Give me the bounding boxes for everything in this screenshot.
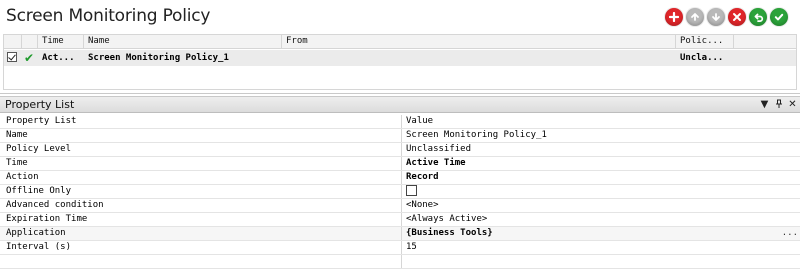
column-header-from[interactable]: From <box>282 35 676 49</box>
property-row-empty <box>0 255 800 269</box>
property-value[interactable]: Screen Monitoring Policy_1 <box>402 129 800 142</box>
property-row-action[interactable]: Action Record <box>0 171 800 185</box>
property-label: Policy Level <box>0 143 402 156</box>
property-list-panel: Property List ▼ ✕ Property List Value Na… <box>0 96 800 270</box>
dropdown-arrow-icon[interactable]: ▼ <box>760 98 769 111</box>
browse-button[interactable]: ... <box>782 227 798 240</box>
toolbar <box>665 8 788 26</box>
property-header-row: Property List Value <box>0 115 800 129</box>
property-row-policy-level[interactable]: Policy Level Unclassified <box>0 143 800 157</box>
window-title: Screen Monitoring Policy <box>6 6 211 26</box>
header-mark-col <box>22 35 38 49</box>
property-row-application[interactable]: Application {Business Tools} ... <box>0 227 800 241</box>
policy-panel: Screen Monitoring Policy Time Name From … <box>0 0 800 94</box>
property-label: Interval (s) <box>0 241 402 254</box>
property-header-name: Property List <box>0 115 402 128</box>
property-value[interactable]: <Always Active> <box>402 213 800 226</box>
pin-icon[interactable] <box>774 98 783 111</box>
delete-button[interactable] <box>728 8 746 26</box>
policy-grid: Time Name From Polic... ✔ Act... Screen … <box>3 34 797 90</box>
offline-only-checkbox[interactable] <box>406 185 417 196</box>
property-list-titlebar: Property List ▼ ✕ <box>0 96 800 113</box>
property-value[interactable]: Record <box>402 171 800 184</box>
property-row-advanced-condition[interactable]: Advanced condition <None> <box>0 199 800 213</box>
property-label: Action <box>0 171 402 184</box>
property-label: Application <box>0 227 402 240</box>
row-time: Act... <box>38 50 84 66</box>
property-row-time[interactable]: Time Active Time <box>0 157 800 171</box>
undo-button[interactable] <box>749 8 767 26</box>
property-value[interactable]: Unclassified <box>402 143 800 156</box>
column-header-name[interactable]: Name <box>84 35 282 49</box>
property-table: Property List Value Name Screen Monitori… <box>0 115 800 269</box>
move-up-button[interactable] <box>686 8 704 26</box>
header-filler <box>734 35 796 49</box>
row-policy-level: Uncla... <box>676 50 734 66</box>
row-checkbox-cell <box>4 50 22 66</box>
undo-icon <box>754 13 763 22</box>
apply-button[interactable] <box>770 8 788 26</box>
property-label: Offline Only <box>0 185 402 198</box>
property-value[interactable]: <None> <box>402 199 800 212</box>
row-filler <box>734 50 796 66</box>
column-header-time[interactable]: Time <box>38 35 84 49</box>
property-row-offline-only[interactable]: Offline Only <box>0 185 800 199</box>
property-value <box>402 185 800 198</box>
green-check-icon: ✔ <box>24 51 35 65</box>
plus-icon <box>669 12 679 22</box>
property-list-title: Property List <box>5 98 75 111</box>
property-row-interval[interactable]: Interval (s) 15 <box>0 241 800 255</box>
property-header-value: Value <box>406 116 434 126</box>
property-label: Advanced condition <box>0 199 402 212</box>
property-value-empty <box>402 255 800 268</box>
header-check-col <box>4 35 22 49</box>
x-icon <box>733 13 741 21</box>
close-icon[interactable]: ✕ <box>788 98 797 111</box>
property-row-name[interactable]: Name Screen Monitoring Policy_1 <box>0 129 800 143</box>
table-row[interactable]: ✔ Act... Screen Monitoring Policy_1 Uncl… <box>4 50 796 66</box>
row-status-cell: ✔ <box>22 50 38 66</box>
row-from <box>282 50 676 66</box>
arrow-down-icon <box>712 13 720 21</box>
row-checkbox[interactable] <box>7 51 17 62</box>
check-icon <box>774 13 784 21</box>
arrow-up-icon <box>691 13 699 21</box>
pane-controls: ▼ ✕ <box>760 98 797 111</box>
property-row-expiration-time[interactable]: Expiration Time <Always Active> <box>0 213 800 227</box>
add-button[interactable] <box>665 8 683 26</box>
property-value[interactable]: Active Time <box>402 157 800 170</box>
row-name: Screen Monitoring Policy_1 <box>84 50 282 66</box>
property-label: Name <box>0 129 402 142</box>
move-down-button[interactable] <box>707 8 725 26</box>
property-label: Expiration Time <box>0 213 402 226</box>
property-label: Time <box>0 157 402 170</box>
grid-header: Time Name From Polic... <box>4 35 796 49</box>
column-header-policy[interactable]: Polic... <box>676 35 734 49</box>
property-value[interactable]: {Business Tools} <box>402 227 800 240</box>
property-value[interactable]: 15 <box>402 241 800 254</box>
property-label-empty <box>0 255 402 268</box>
